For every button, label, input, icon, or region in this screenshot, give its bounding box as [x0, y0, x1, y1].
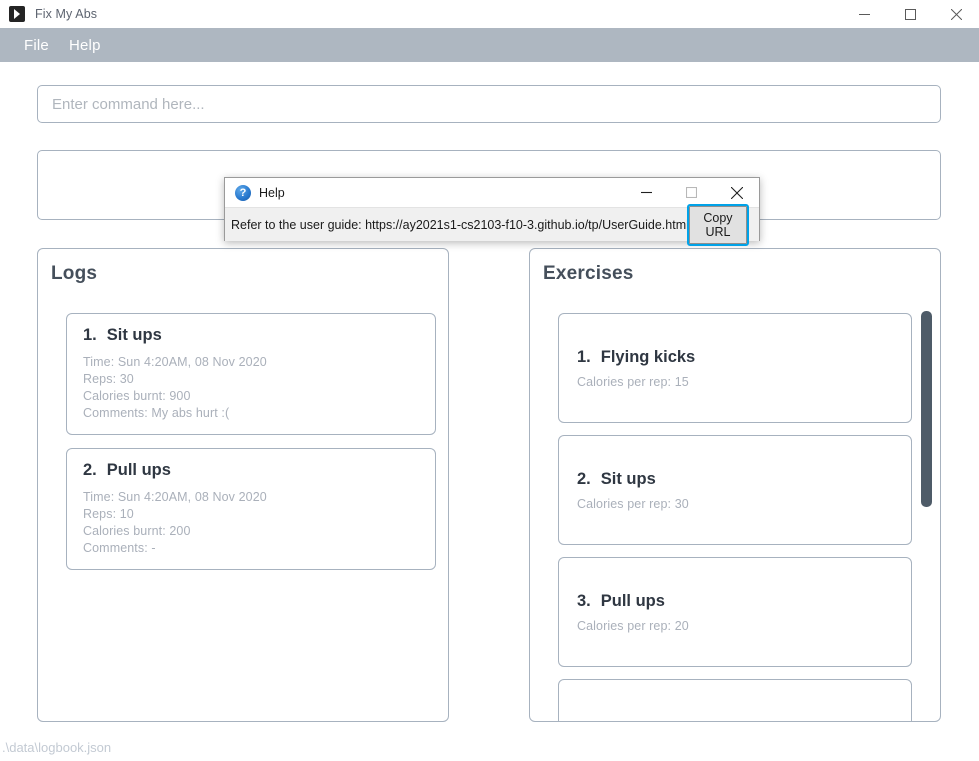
log-calories-value: 900 [169, 389, 191, 403]
log-comments-value: My abs hurt :( [151, 406, 230, 420]
command-box[interactable] [37, 85, 941, 123]
log-card-index: 2. [83, 461, 97, 479]
window-title: Fix My Abs [35, 7, 98, 21]
save-location-path: .\data\logbook.json [2, 740, 112, 755]
exercise-card-header: 3. Pull ups [577, 592, 893, 611]
menu-item-file[interactable]: File [14, 33, 59, 58]
list-item[interactable]: 2. Pull ups Time: Sun 4:20AM, 08 Nov 202… [66, 448, 436, 570]
exercise-card-header: 2. Sit ups [577, 470, 893, 489]
log-card-time: Time: Sun 4:20AM, 08 Nov 2020 [83, 354, 419, 371]
help-message: Refer to the user guide: https://ay2021s… [231, 217, 689, 232]
close-icon[interactable] [933, 0, 979, 28]
log-card-comments: Comments: - [83, 540, 419, 557]
exercise-calories-value: 20 [674, 618, 689, 633]
application-window: Fix My Abs File Help Logs 1. [0, 0, 979, 761]
log-time-label: Time: [83, 355, 115, 369]
list-item[interactable]: 1. Sit ups Time: Sun 4:20AM, 08 Nov 2020… [66, 313, 436, 435]
log-comments-value: - [151, 541, 156, 555]
list-item[interactable] [558, 679, 912, 721]
exercises-panel-title: Exercises [543, 263, 634, 284]
log-calories-label: Calories burnt: [83, 389, 166, 403]
log-calories-label: Calories burnt: [83, 524, 166, 538]
exercise-calories-label: Calories per rep: [577, 496, 672, 511]
help-close-icon[interactable] [714, 178, 759, 208]
exercise-card-name: Flying kicks [600, 347, 696, 366]
log-card-calories: Calories burnt: 900 [83, 388, 419, 405]
log-card-name: Pull ups [106, 461, 171, 479]
log-comments-label: Comments: [83, 541, 148, 555]
log-card-time: Time: Sun 4:20AM, 08 Nov 2020 [83, 489, 419, 506]
exercise-card-index: 2. [577, 469, 591, 488]
help-dialog-controls [624, 178, 759, 208]
log-reps-value: 30 [119, 372, 134, 386]
help-dialog: ? Help Refer to the user guide: https://… [224, 177, 760, 246]
scrollbar[interactable] [921, 311, 932, 711]
log-reps-label: Reps: [83, 507, 117, 521]
app-play-icon [9, 6, 25, 22]
question-mark-icon: ? [235, 184, 251, 201]
window-controls [841, 0, 979, 28]
log-card-comments: Comments: My abs hurt :( [83, 405, 419, 422]
window-titlebar: Fix My Abs [0, 0, 979, 28]
log-card-index: 1. [83, 326, 97, 344]
menubar: File Help [0, 28, 979, 62]
maximize-icon[interactable] [887, 0, 933, 28]
log-card-header: 2. Pull ups [83, 461, 419, 480]
log-card-reps: Reps: 30 [83, 371, 419, 388]
help-dialog-titlebar: ? Help [225, 178, 759, 208]
help-dialog-title: Help [259, 185, 285, 200]
exercise-card-name: Pull ups [600, 591, 665, 610]
list-item[interactable]: 2. Sit ups Calories per rep: 30 [558, 435, 912, 545]
log-reps-label: Reps: [83, 372, 117, 386]
exercise-card-index: 3. [577, 591, 591, 610]
list-item[interactable]: 3. Pull ups Calories per rep: 20 [558, 557, 912, 667]
log-card-calories: Calories burnt: 200 [83, 523, 419, 540]
statusbar: .\data\logbook.json [0, 734, 979, 761]
logs-panel-title: Logs [51, 263, 98, 284]
exercises-card-list: 1. Flying kicks Calories per rep: 15 2. … [530, 301, 940, 721]
help-dialog-body: Refer to the user guide: https://ay2021s… [225, 203, 759, 246]
exercise-card-header: 1. Flying kicks [577, 348, 893, 367]
minimize-icon[interactable] [841, 0, 887, 28]
exercise-calories-label: Calories per rep: [577, 618, 672, 633]
exercise-card-index: 1. [577, 347, 591, 366]
menu-item-help[interactable]: Help [59, 33, 111, 58]
exercise-card-calories: Calories per rep: 20 [577, 619, 893, 633]
list-item[interactable]: 1. Flying kicks Calories per rep: 15 [558, 313, 912, 423]
exercise-card-calories: Calories per rep: 30 [577, 497, 893, 511]
log-reps-value: 10 [119, 507, 134, 521]
exercise-calories-value: 30 [674, 496, 689, 511]
exercises-panel: Exercises 1. Flying kicks Calories per r… [529, 248, 941, 722]
exercise-card-name: Sit ups [600, 469, 656, 488]
help-minimize-icon[interactable] [624, 178, 669, 208]
log-time-label: Time: [83, 490, 115, 504]
help-maximize-icon [669, 178, 714, 208]
command-input[interactable] [52, 95, 926, 113]
log-time-value: Sun 4:20AM, 08 Nov 2020 [117, 355, 267, 369]
log-calories-value: 200 [169, 524, 191, 538]
exercise-calories-value: 15 [674, 374, 689, 389]
logs-panel: Logs 1. Sit ups Time: Sun 4:20AM, 08 Nov… [37, 248, 449, 722]
exercise-calories-label: Calories per rep: [577, 374, 672, 389]
copy-url-button[interactable]: Copy URL [686, 203, 750, 246]
log-time-value: Sun 4:20AM, 08 Nov 2020 [117, 490, 267, 504]
log-card-reps: Reps: 10 [83, 506, 419, 523]
log-comments-label: Comments: [83, 406, 148, 420]
log-card-name: Sit ups [106, 326, 162, 344]
logs-card-list: 1. Sit ups Time: Sun 4:20AM, 08 Nov 2020… [38, 301, 448, 721]
scrollbar-thumb[interactable] [921, 311, 932, 507]
exercise-card-calories: Calories per rep: 15 [577, 375, 893, 389]
log-card-header: 1. Sit ups [83, 326, 419, 345]
